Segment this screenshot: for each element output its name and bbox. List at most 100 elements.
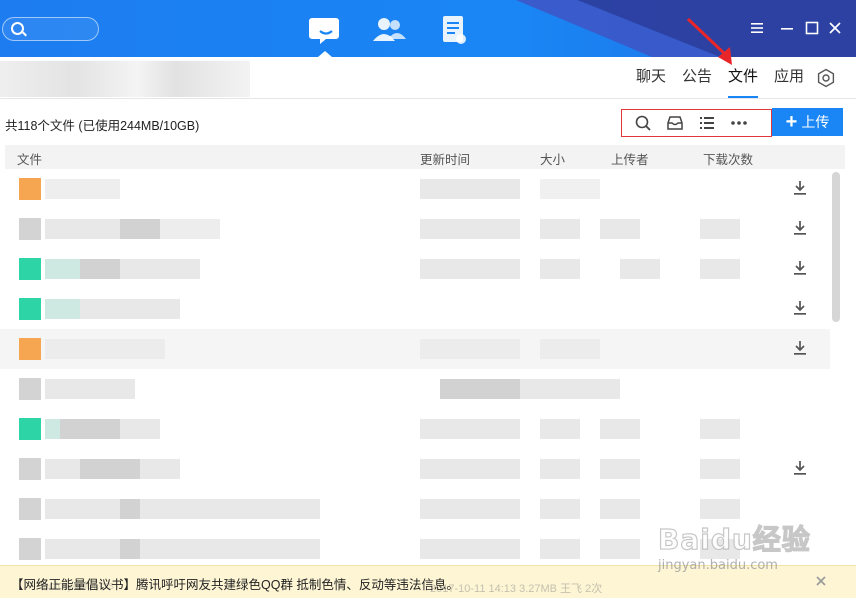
size-blurred: [540, 459, 580, 479]
file-name-blurred: [160, 219, 220, 239]
uploader-blurred: [600, 539, 640, 559]
table-row[interactable]: [0, 529, 830, 564]
table-row[interactable]: [0, 449, 830, 489]
list-view-icon[interactable]: [696, 114, 718, 132]
contacts-icon[interactable]: [372, 15, 406, 45]
folder-icon: [19, 338, 41, 360]
file-name-blurred: [45, 219, 120, 239]
scrollbar[interactable]: [832, 172, 840, 322]
updated-time-blurred: [420, 339, 520, 359]
download-count-blurred: [700, 219, 740, 239]
size-blurred: [540, 539, 580, 559]
table-row[interactable]: [0, 409, 830, 449]
size-blurred: [540, 339, 600, 359]
file-name-blurred: [45, 379, 135, 399]
file-name-blurred: [45, 459, 80, 479]
file-name-blurred: [80, 459, 140, 479]
file-name-blurred: [140, 539, 320, 559]
size-blurred: [540, 499, 580, 519]
file-name-blurred: [120, 499, 140, 519]
search-input[interactable]: [2, 17, 99, 41]
more-icon[interactable]: [728, 114, 750, 132]
table-row[interactable]: [0, 209, 830, 249]
close-icon[interactable]: [814, 574, 828, 588]
table-row[interactable]: [0, 249, 830, 289]
announcement-text[interactable]: 【网络正能量倡议书】腾讯呼吁网友共建绿色QQ群 抵制色情、反动等违法信息。: [11, 574, 459, 593]
size-blurred: [540, 219, 580, 239]
file-name-blurred: [120, 419, 160, 439]
file-icon: [19, 498, 41, 520]
download-count-blurred: [700, 259, 740, 279]
file-name-blurred: [140, 499, 320, 519]
column-updated-time[interactable]: 更新时间: [420, 149, 470, 168]
table-row[interactable]: [0, 369, 830, 409]
docs-icon[interactable]: [437, 15, 471, 45]
file-name-blurred: [45, 419, 60, 439]
file-name-blurred: [45, 179, 120, 199]
file-toolbar: [621, 109, 772, 137]
minimize-icon[interactable]: [779, 20, 795, 36]
download-icon[interactable]: [791, 219, 809, 237]
file-name-blurred: [45, 499, 120, 519]
updated-time-blurred: [420, 259, 520, 279]
file-icon: [19, 418, 41, 440]
upload-label: 上传: [801, 114, 830, 130]
upload-button[interactable]: + 上传: [772, 108, 843, 136]
table-row[interactable]: [0, 329, 830, 369]
chat-icon[interactable]: [309, 15, 343, 45]
table-row[interactable]: [0, 169, 830, 209]
uploader-blurred: [600, 219, 640, 239]
download-icon[interactable]: [791, 179, 809, 197]
file-name-blurred: [80, 299, 180, 319]
updated-time-blurred: [420, 539, 520, 559]
file-name-blurred: [140, 459, 180, 479]
table-row[interactable]: [0, 289, 830, 329]
file-list: [0, 169, 830, 564]
download-icon[interactable]: [791, 459, 809, 477]
column-size[interactable]: 大小: [540, 149, 565, 168]
download-icon[interactable]: [791, 299, 809, 317]
inbox-icon[interactable]: [664, 114, 686, 132]
file-icon: [19, 378, 41, 400]
file-name-blurred: [60, 419, 120, 439]
download-count-blurred: [700, 419, 740, 439]
updated-time-blurred: [420, 499, 520, 519]
download-count-blurred: [700, 499, 740, 519]
download-icon[interactable]: [791, 339, 809, 357]
file-name-blurred: [120, 259, 200, 279]
download-count-blurred: [700, 459, 740, 479]
file-name-blurred: [45, 339, 165, 359]
uploader-blurred: [600, 499, 640, 519]
settings-icon[interactable]: [816, 68, 836, 88]
announcement-banner: factorycolor.crs 2017-10-11 14:13 3.27MB…: [0, 565, 856, 598]
maximize-icon[interactable]: [804, 20, 820, 36]
column-uploader[interactable]: 上传者: [611, 149, 649, 168]
file-name-blurred: [120, 539, 140, 559]
download-icon[interactable]: [791, 259, 809, 277]
file-icon: [19, 298, 41, 320]
menu-icon[interactable]: [749, 20, 765, 36]
size-blurred: [540, 419, 580, 439]
tab-chat[interactable]: 聊天: [636, 57, 666, 99]
search-icon[interactable]: [632, 114, 654, 132]
size-blurred: [520, 379, 620, 399]
folder-icon: [19, 178, 41, 200]
group-name-blurred: [0, 61, 250, 97]
table-row[interactable]: [0, 489, 830, 529]
close-icon[interactable]: [827, 20, 843, 36]
size-blurred: [540, 259, 580, 279]
column-file[interactable]: 文件: [17, 149, 42, 168]
file-icon: [19, 538, 41, 560]
updated-time-blurred: [420, 219, 520, 239]
updated-time-blurred: [420, 419, 520, 439]
uploader-blurred: [600, 419, 640, 439]
updated-time-blurred: [420, 459, 520, 479]
column-download-count[interactable]: 下载次数: [703, 149, 753, 168]
file-summary: 共118个文件 (已使用244MB/10GB): [5, 119, 200, 133]
tab-apps[interactable]: 应用: [774, 57, 804, 99]
download-count-blurred: [700, 539, 740, 559]
file-icon: [19, 458, 41, 480]
file-name-blurred: [120, 219, 160, 239]
plus-icon: +: [785, 111, 798, 133]
file-name-blurred: [45, 259, 80, 279]
